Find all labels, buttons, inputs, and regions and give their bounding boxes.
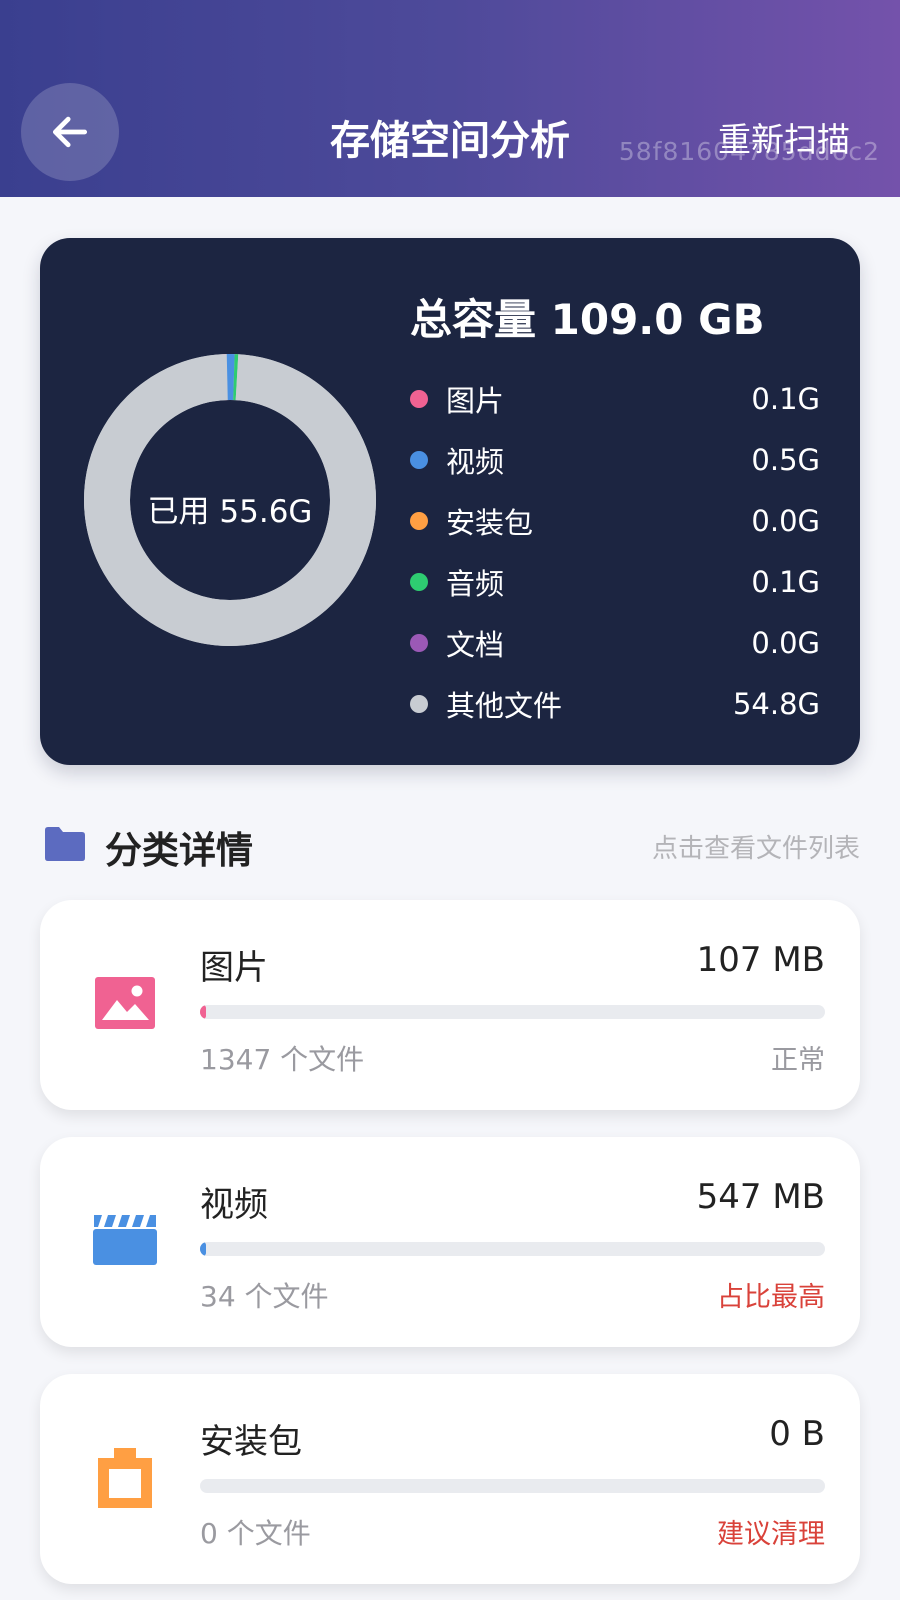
section-title: 分类详情 xyxy=(105,829,253,872)
legend-row-documents: 文档 0.0G xyxy=(410,612,820,673)
legend-value: 0.0G xyxy=(751,625,820,660)
storage-summary-card: 已用 55.6G 总容量 109.0 GB 图片 0.1G 视频 0.5G 安装… xyxy=(40,238,860,765)
legend-label: 安装包 xyxy=(446,505,534,540)
category-size: 107 MB xyxy=(696,940,825,980)
category-card-images[interactable]: 图片 107 MB 1347 个文件 正常 xyxy=(40,900,860,1110)
legend-row-packages: 安装包 0.0G xyxy=(410,490,820,551)
legend-dot xyxy=(410,694,428,713)
legend-dot xyxy=(410,572,428,591)
legend-dot xyxy=(410,450,428,469)
category-section-header: 分类详情 点击查看文件列表 xyxy=(40,820,860,872)
total-capacity-label: 总容量 109.0 GB xyxy=(410,295,765,344)
used-storage-label: 已用 55.6G xyxy=(147,494,313,530)
legend-dot xyxy=(410,389,428,408)
category-card-packages[interactable]: 安装包 0 B 0 个文件 建议清理 xyxy=(40,1374,860,1584)
status-label: 正常 xyxy=(771,1045,825,1076)
storage-legend: 图片 0.1G 视频 0.5G 安装包 0.0G 音频 0.1G 文档 0.0G… xyxy=(410,368,820,734)
usage-bar xyxy=(200,1242,825,1256)
file-count: 1347 个文件 xyxy=(200,1043,365,1076)
legend-dot xyxy=(410,511,428,530)
legend-row-videos: 视频 0.5G xyxy=(410,429,820,490)
usage-bar xyxy=(200,1005,825,1019)
legend-label: 视频 xyxy=(446,444,505,479)
file-count: 34 个文件 xyxy=(200,1280,329,1313)
usage-bar xyxy=(200,1479,825,1493)
legend-label: 文档 xyxy=(446,627,505,662)
usage-bar-fill xyxy=(200,1005,207,1019)
legend-label: 音频 xyxy=(446,566,505,601)
video-icon xyxy=(93,1215,157,1265)
status-label: 占比最高 xyxy=(717,1282,825,1313)
legend-row-other: 其他文件 54.8G xyxy=(410,673,820,734)
file-count: 0 个文件 xyxy=(200,1517,311,1550)
legend-row-audio: 音频 0.1G xyxy=(410,551,820,612)
section-hint: 点击查看文件列表 xyxy=(651,834,860,864)
legend-value: 54.8G xyxy=(732,686,820,721)
legend-dot xyxy=(410,633,428,652)
image-icon xyxy=(95,977,155,1029)
folder-icon xyxy=(45,827,85,861)
legend-row-images: 图片 0.1G xyxy=(410,368,820,429)
category-name: 安装包 xyxy=(200,1422,302,1462)
category-name: 图片 xyxy=(200,948,268,988)
legend-value: 0.1G xyxy=(751,564,820,599)
category-name: 视频 xyxy=(200,1185,268,1225)
status-label: 建议清理 xyxy=(717,1519,825,1550)
legend-value: 0.0G xyxy=(751,503,820,538)
legend-value: 0.5G xyxy=(751,442,820,477)
legend-label: 其他文件 xyxy=(446,688,563,723)
category-size: 0 B xyxy=(769,1414,825,1454)
category-size: 547 MB xyxy=(696,1177,825,1217)
package-icon xyxy=(98,1448,152,1508)
legend-value: 0.1G xyxy=(751,381,820,416)
usage-bar-fill xyxy=(200,1242,207,1256)
rescan-button[interactable]: 重新扫描 xyxy=(718,113,850,161)
legend-label: 图片 xyxy=(446,383,505,418)
app-header: 存储空间分析 58f81604785dd6c2 重新扫描 xyxy=(0,0,900,197)
category-card-videos[interactable]: 视频 547 MB 34 个文件 占比最高 xyxy=(40,1137,860,1347)
